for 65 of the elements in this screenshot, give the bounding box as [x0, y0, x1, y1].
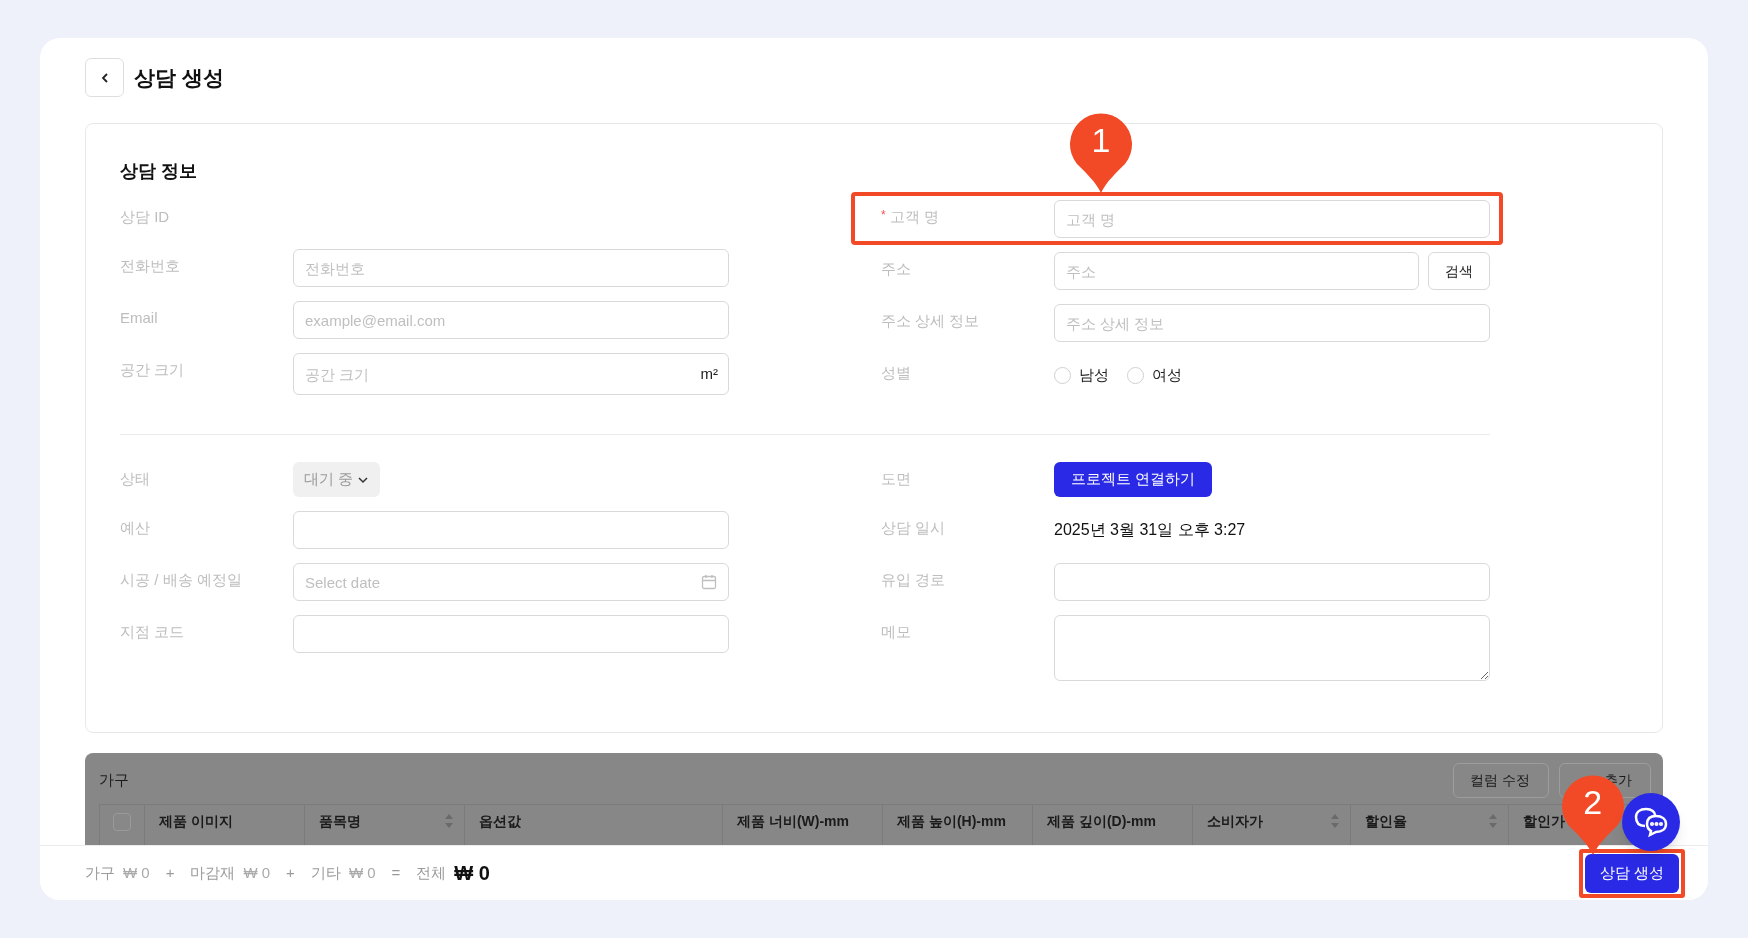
sort-icon[interactable]: [1488, 813, 1498, 829]
input-field[interactable]: 전화번호: [293, 249, 729, 287]
required-mark: *: [881, 207, 886, 224]
field-label: 도면: [881, 469, 911, 490]
column-label: 제품 깊이(D)-mm: [1047, 812, 1156, 831]
field-label: 상담 일시: [881, 518, 946, 539]
column-label: 소비자가: [1207, 812, 1263, 831]
column-label: 할인가: [1523, 812, 1565, 831]
field-label: 상담 ID: [120, 207, 170, 228]
search-button[interactable]: 검색: [1428, 252, 1490, 290]
page-title: 상담 생성: [134, 64, 224, 91]
radio-label: 여성: [1152, 364, 1182, 385]
sort-icon[interactable]: [1330, 813, 1340, 829]
field-label: 전화번호: [120, 256, 180, 277]
total-amount: ₩ 0: [348, 862, 376, 883]
connect-project-button[interactable]: 프로젝트 연결하기: [1054, 462, 1213, 497]
panel-button[interactable]: 컬럼 수정: [1453, 762, 1549, 798]
date-field[interactable]: Select date: [293, 563, 729, 601]
field-label: 상태: [120, 469, 150, 490]
field-label: 성별: [881, 363, 911, 384]
column-label: 품목명: [319, 812, 361, 831]
input-field[interactable]: 고객 명: [1054, 200, 1490, 238]
total-label: 마감재: [190, 862, 236, 883]
column-label: 옵션값: [479, 812, 521, 831]
input-field[interactable]: example@email.com: [293, 301, 729, 339]
calendar-icon: [701, 574, 717, 590]
column-label: 제품 너비(W)-mm: [737, 812, 849, 831]
radio-label: 남성: [1079, 364, 1109, 385]
column-label: 제품 높이(H)-mm: [897, 812, 1006, 831]
total-label: 가구: [85, 862, 115, 883]
field-label: 공간 크기: [120, 360, 185, 381]
field-label: 주소: [881, 259, 911, 280]
create-consultation-button[interactable]: 상담 생성: [1584, 853, 1679, 893]
unit-label: m²: [700, 364, 718, 384]
field-label: 시공 / 배송 예정일: [120, 570, 242, 591]
sort-icon[interactable]: [444, 813, 454, 829]
field-label: 주소 상세 정보: [881, 311, 980, 332]
field-label: 유입 경로: [881, 570, 946, 591]
memo-field[interactable]: [1054, 615, 1490, 681]
input-field[interactable]: [1054, 563, 1490, 601]
back-button[interactable]: [85, 58, 124, 97]
section-title: 상담 정보: [120, 160, 198, 183]
total-label: 전체: [416, 862, 447, 883]
panel-title: 가구: [99, 769, 129, 790]
consultation-datetime: 2025년 3월 31일 오후 3:27: [1054, 521, 1246, 538]
field-label: 메모: [881, 622, 911, 643]
field-label: 지점 코드: [120, 622, 185, 643]
field-label: 예산: [120, 518, 150, 539]
total-label: 기타: [310, 862, 341, 883]
input-field[interactable]: 주소: [1054, 252, 1419, 290]
column-label: 할인율: [1365, 812, 1407, 831]
input-field[interactable]: 주소 상세 정보: [1054, 304, 1490, 342]
input-field[interactable]: [293, 615, 729, 653]
operator-sign: +: [285, 862, 296, 883]
input-field[interactable]: [293, 511, 729, 549]
step-callout-tooltip: 1: [1069, 110, 1133, 194]
field-label: Email: [120, 308, 158, 329]
operator-sign: =: [390, 862, 402, 883]
chat-bubbles-icon: [1633, 806, 1669, 838]
column-label: 제품 이미지: [159, 812, 233, 831]
operator-sign: +: [164, 862, 176, 883]
total-amount: ₩ 0: [243, 862, 271, 883]
total-amount: ₩ 0: [123, 862, 150, 883]
grand-total: ₩ 0: [454, 861, 490, 886]
field-label: 고객 명: [889, 207, 939, 228]
